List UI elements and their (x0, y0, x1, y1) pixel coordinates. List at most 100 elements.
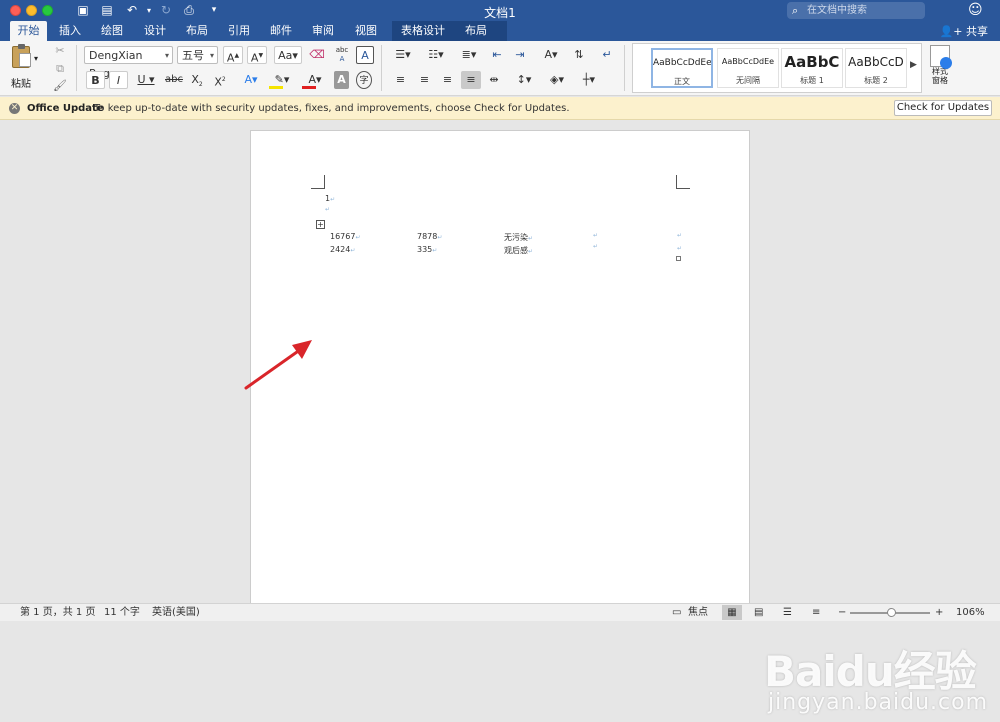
style-name: 正文 (674, 77, 690, 86)
shading-icon[interactable]: ◈▾ (544, 71, 570, 89)
line-spacing-icon[interactable]: ↕▾ (511, 71, 537, 89)
zoom-slider-knob[interactable] (887, 608, 896, 617)
table-cell[interactable]: 2424↵ (330, 245, 355, 254)
table-move-handle-icon[interactable]: + (316, 220, 325, 229)
bold-icon[interactable]: B (86, 71, 105, 89)
table-cell[interactable]: 无污染↵ (504, 232, 533, 243)
zoom-slider[interactable] (850, 608, 930, 617)
draft-view-icon[interactable]: ≡ (812, 604, 820, 621)
share-button[interactable]: 👤+ 共享 (940, 23, 988, 39)
align-right-icon[interactable]: ≡ (438, 71, 457, 89)
table-cell[interactable]: 335↵ (417, 245, 437, 254)
sort-icon[interactable]: ⇅ (570, 46, 588, 64)
strikethrough-icon[interactable]: abc (163, 71, 185, 89)
styles-pane-icon (930, 45, 952, 69)
numbering-icon[interactable]: ☷▾ (422, 46, 450, 64)
change-case-icon[interactable]: Aa▾ (274, 46, 302, 64)
character-shading-icon[interactable]: A (334, 71, 349, 89)
focus-mode-label[interactable]: 焦点 (688, 604, 708, 621)
justify-icon[interactable]: ≡ (461, 71, 481, 89)
search-input[interactable]: ⌕ 在文档中搜索 (787, 2, 925, 19)
text-effects-icon[interactable]: A▾ (239, 71, 263, 89)
highlight-color-icon[interactable]: ✎▾ (267, 71, 297, 89)
font-name-dropdown[interactable]: DengXian Reg...▾ (84, 46, 173, 80)
word-count[interactable]: 11 个字 (104, 604, 140, 621)
tab-insert[interactable]: 插入 (53, 21, 87, 41)
paragraph-line-1[interactable]: 1↵ (325, 194, 335, 203)
paste-dropdown-icon[interactable]: ▾ (34, 54, 38, 63)
print-layout-view-icon[interactable]: ▦ (722, 605, 742, 620)
add-person-icon: 👤+ (939, 25, 966, 38)
decrease-indent-icon[interactable]: ⇤ (487, 46, 507, 64)
format-painter-icon[interactable]: 🖌 (52, 77, 68, 95)
end-of-cell-mark: ↵ (593, 232, 599, 239)
tab-references[interactable]: 引用 (222, 21, 256, 41)
cell-text: 7878 (417, 232, 438, 241)
tab-draw[interactable]: 绘图 (95, 21, 129, 41)
copy-icon[interactable]: ⧉ (52, 60, 68, 78)
tab-view[interactable]: 视图 (349, 21, 383, 41)
page-count[interactable]: 第 1 页，共 1 页 (20, 604, 95, 621)
style-normal[interactable]: AaBbCcDdEe 正文 (651, 48, 713, 88)
align-center-icon[interactable]: ≡ (415, 71, 434, 89)
tab-table-layout[interactable]: 布局 (458, 21, 494, 41)
subscript-icon[interactable]: X2 (188, 71, 206, 89)
update-notification-bar: ✕ Office Update To keep up-to-date with … (0, 97, 1000, 120)
focus-mode-icon[interactable]: ▭ (672, 604, 681, 621)
grow-font-icon[interactable]: A▲ (223, 46, 243, 65)
borders-icon[interactable]: ┼▾ (575, 71, 603, 89)
increase-indent-icon[interactable]: ⇥ (510, 46, 530, 64)
document-page[interactable]: 1↵ ↵ + 16767↵ 7878↵ 无污染↵ ↵ ↵ 2424↵ 335↵ … (250, 130, 750, 603)
table-cell[interactable]: 观后感↵ (504, 245, 533, 256)
table-resize-handle[interactable] (676, 256, 681, 261)
show-formatting-marks-icon[interactable]: ↵ (598, 46, 616, 64)
web-layout-view-icon[interactable]: ▤ (754, 604, 763, 621)
zoom-level[interactable]: 106% (956, 604, 985, 621)
document-canvas[interactable]: 1↵ ↵ + 16767↵ 7878↵ 无污染↵ ↵ ↵ 2424↵ 335↵ … (0, 120, 1000, 715)
asian-layout-icon[interactable]: A▾ (537, 46, 565, 64)
tab-home[interactable]: 开始 (10, 21, 47, 41)
tab-review[interactable]: 审阅 (306, 21, 340, 41)
font-color-icon[interactable]: A▾ (300, 71, 330, 89)
zoom-in-icon[interactable]: + (935, 604, 943, 621)
table-cell[interactable]: 7878↵ (417, 232, 442, 241)
feedback-smile-icon[interactable]: ☺ (968, 2, 983, 18)
italic-icon[interactable]: I (109, 71, 128, 89)
gallery-more-icon[interactable]: ▶ (910, 60, 917, 70)
check-for-updates-button[interactable]: Check for Updates (894, 100, 992, 116)
tab-mailings[interactable]: 邮件 (264, 21, 298, 41)
font-size-dropdown[interactable]: 五号 ▾ (177, 46, 218, 64)
clear-formatting-icon[interactable]: ⌫ (307, 46, 327, 64)
paste-button[interactable]: ▾ 粘贴 (8, 44, 44, 92)
status-bar: 第 1 页，共 1 页 11 个字 英语(美国) ▭ 焦点 ▦ ▤ ☰ ≡ − … (0, 603, 1000, 621)
styles-pane-label: 样式 窗格 (932, 67, 948, 85)
divider (381, 45, 382, 91)
zoom-out-icon[interactable]: − (838, 604, 846, 621)
tab-table-design[interactable]: 表格设计 (395, 21, 451, 41)
tab-layout[interactable]: 布局 (180, 21, 214, 41)
close-notification-icon[interactable]: ✕ (9, 103, 20, 114)
cut-icon[interactable]: ✂ (52, 42, 68, 60)
outline-view-icon[interactable]: ☰ (783, 604, 792, 621)
multilevel-list-icon[interactable]: ≣▾ (455, 46, 483, 64)
character-border-icon[interactable]: A (356, 46, 374, 64)
shrink-font-icon[interactable]: A▼ (247, 46, 267, 65)
phonetic-guide-icon[interactable]: abc A (331, 46, 353, 64)
styles-pane-button[interactable]: 样式 窗格 (927, 45, 953, 93)
style-preview: AaBbCcDdEe (721, 57, 775, 66)
style-heading-1[interactable]: AaBbC 标题 1 (781, 48, 843, 88)
distributed-icon[interactable]: ⇹ (484, 71, 504, 89)
tab-design[interactable]: 设计 (138, 21, 172, 41)
bullets-icon[interactable]: ☰▾ (389, 46, 417, 64)
superscript-icon[interactable]: X2 (211, 71, 229, 89)
style-no-spacing[interactable]: AaBbCcDdEe 无间隔 (717, 48, 779, 88)
align-left-icon[interactable]: ≡ (391, 71, 410, 89)
enclose-characters-icon[interactable]: 字 (356, 71, 372, 89)
table-cell[interactable]: 16767↵ (330, 232, 360, 241)
cell-text: 无污染 (504, 233, 528, 242)
style-preview: AaBbCcDdEe (653, 58, 711, 68)
style-heading-2[interactable]: AaBbCcD 标题 2 (845, 48, 907, 88)
underline-icon[interactable]: U ▾ (133, 71, 159, 89)
ribbon-home: ▾ 粘贴 ✂ ⧉ 🖌 DengXian Reg...▾ 五号 ▾ A▲ A▼ Aa… (0, 41, 1000, 96)
language-indicator[interactable]: 英语(美国) (152, 604, 200, 621)
